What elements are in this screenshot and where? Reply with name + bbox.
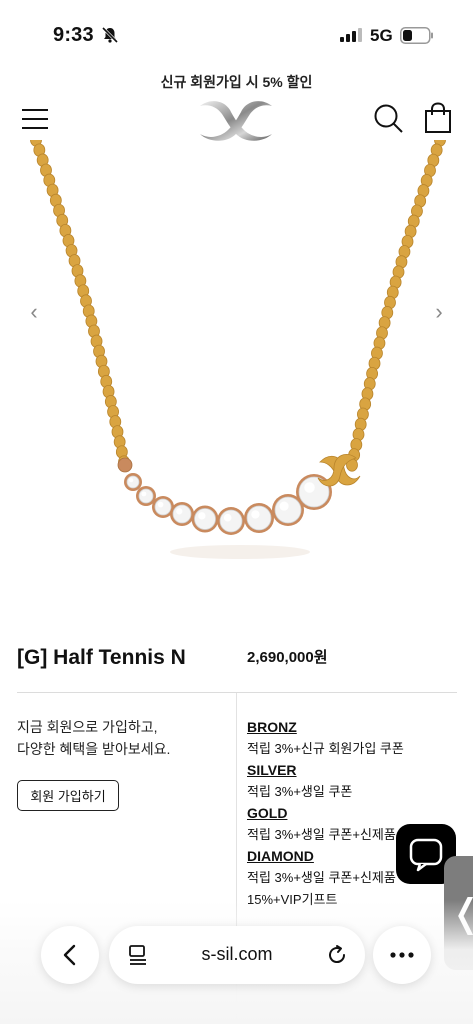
reload-icon[interactable] bbox=[325, 943, 349, 967]
chat-bubble-icon bbox=[409, 838, 443, 872]
page-menu-icon[interactable] bbox=[127, 944, 149, 966]
network-label: 5G bbox=[370, 26, 393, 45]
ellipsis-icon bbox=[390, 952, 414, 958]
promo-banner[interactable]: 신규 회원가입 시 5% 할인 bbox=[0, 72, 473, 92]
site-header bbox=[0, 96, 473, 146]
chevron-left-icon bbox=[63, 944, 76, 966]
tier-benefit-silver: 적립 3%+생일 쿠폰 bbox=[247, 784, 353, 799]
gallery-next-arrow[interactable]: › bbox=[429, 301, 449, 323]
more-options-button[interactable] bbox=[373, 926, 431, 984]
gallery-prev-arrow[interactable]: ‹ bbox=[24, 301, 44, 323]
join-membership-button[interactable]: 회원 가입하기 bbox=[17, 780, 119, 811]
menu-icon[interactable] bbox=[21, 108, 49, 130]
membership-promo-line1: 지금 회원으로 가입하고, bbox=[17, 719, 158, 735]
battery-icon bbox=[400, 27, 433, 44]
necklace-product-image bbox=[30, 140, 446, 559]
status-bar: 9:33 5G bbox=[0, 0, 473, 70]
tier-name-bronz[interactable]: BRONZ bbox=[247, 717, 467, 738]
product-name: [G] Half Tennis N bbox=[17, 646, 186, 669]
browser-back-button[interactable] bbox=[41, 926, 99, 984]
status-time: 9:33 bbox=[53, 24, 94, 46]
search-icon[interactable] bbox=[372, 102, 404, 134]
tier-name-silver[interactable]: SILVER bbox=[247, 760, 467, 781]
tier-benefit-bronz: 적립 3%+신규 회원가입 쿠폰 bbox=[247, 741, 404, 756]
product-gallery[interactable]: ‹ › bbox=[0, 140, 473, 610]
address-url[interactable]: s-sil.com bbox=[169, 944, 305, 965]
divider bbox=[17, 692, 457, 693]
signal-icon bbox=[340, 28, 362, 42]
address-bar[interactable]: s-sil.com bbox=[109, 926, 365, 984]
brand-logo[interactable] bbox=[196, 96, 276, 144]
membership-promo-line2: 다양한 혜택을 받아보세요. bbox=[17, 741, 171, 757]
shopping-bag-icon[interactable] bbox=[422, 102, 454, 134]
bell-muted-icon bbox=[101, 26, 119, 44]
tier-name-gold[interactable]: GOLD bbox=[247, 803, 467, 824]
product-price: 2,690,000원 bbox=[247, 649, 328, 666]
